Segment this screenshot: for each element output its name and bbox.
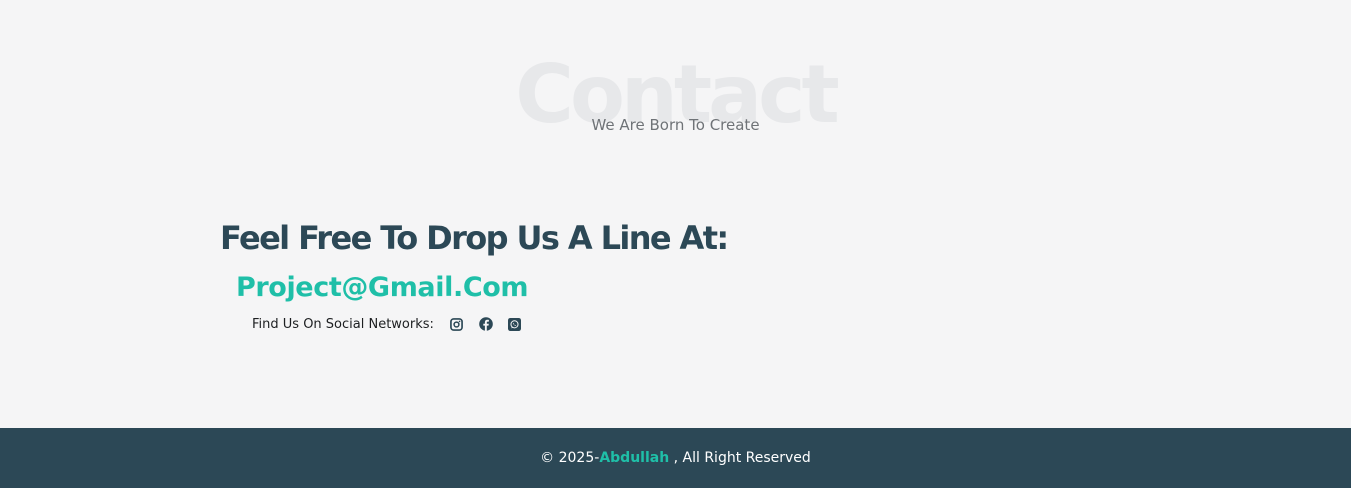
social-networks: Find Us On Social Networks: [252, 314, 537, 334]
whatsapp-icon[interactable] [508, 317, 522, 331]
footer-copyright-suffix: , All Right Reserved [669, 450, 811, 466]
contact-section: Contact We Are Born To Create Feel Free … [0, 0, 1351, 428]
social-label: Find Us On Social Networks: [252, 316, 434, 332]
instagram-icon[interactable] [450, 317, 464, 331]
footer-copyright-prefix: © 2025- [540, 450, 600, 466]
facebook-icon[interactable] [479, 317, 493, 331]
footer: © 2025- Abdullah , All Right Reserved [0, 428, 1351, 488]
contact-subtitle: We Are Born To Create [591, 116, 760, 134]
footer-author: Abdullah [599, 450, 670, 466]
contact-heading: Feel Free To Drop Us A Line At: [220, 219, 729, 257]
email-link[interactable]: Project@Gmail.Com [236, 270, 529, 306]
